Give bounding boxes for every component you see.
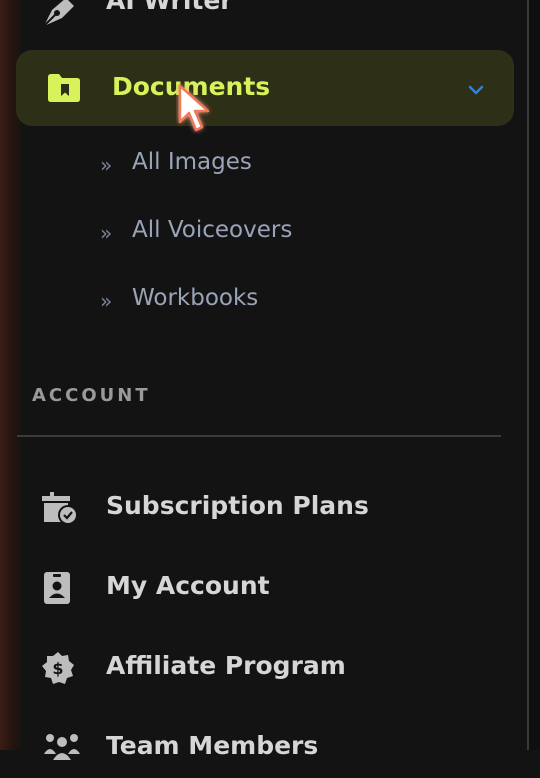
- sidebar-item-label: Subscription Plans: [106, 491, 369, 520]
- sidebar-item-ai-writer[interactable]: AI Writer: [22, 0, 512, 27]
- sidebar-item-label: AI Writer: [106, 0, 233, 15]
- mouse-cursor-icon: [176, 82, 216, 142]
- sidebar-item-my-account[interactable]: My Account: [22, 558, 512, 618]
- chevron-down-icon[interactable]: [468, 81, 484, 100]
- double-chevron-right-icon: »: [100, 221, 113, 245]
- sidebar-item-label: Affiliate Program: [106, 651, 346, 680]
- sidebar-item-documents[interactable]: Documents: [16, 50, 514, 126]
- pen-nib-icon: [40, 0, 76, 30]
- submenu-item-label: Workbooks: [132, 285, 259, 311]
- submenu-item-all-voiceovers[interactable]: » All Voiceovers: [100, 217, 460, 247]
- sidebar-item-affiliate-program[interactable]: $ Affiliate Program: [22, 638, 512, 698]
- sidebar-item-label: Team Members: [106, 731, 319, 760]
- double-chevron-right-icon: »: [100, 153, 113, 177]
- box-check-icon: [42, 492, 80, 530]
- submenu-item-label: All Voiceovers: [132, 217, 293, 243]
- svg-text:$: $: [52, 659, 63, 678]
- folder-bookmark-icon: [48, 74, 80, 106]
- double-chevron-right-icon: »: [100, 289, 113, 313]
- id-badge-icon: [44, 572, 70, 608]
- content-pane-edge: [529, 0, 540, 750]
- dollar-badge-icon: $: [42, 652, 74, 688]
- users-icon: [42, 732, 82, 766]
- submenu-item-label: All Images: [132, 149, 252, 175]
- sidebar-item-subscription-plans[interactable]: Subscription Plans: [22, 478, 512, 538]
- submenu-item-all-images[interactable]: » All Images: [100, 149, 460, 179]
- submenu-item-workbooks[interactable]: » Workbooks: [100, 285, 460, 315]
- section-heading-account: ACCOUNT: [32, 385, 151, 406]
- sidebar-item-team-members[interactable]: Team Members: [22, 718, 512, 778]
- section-divider: [17, 435, 501, 437]
- sidebar-item-label: My Account: [106, 571, 270, 600]
